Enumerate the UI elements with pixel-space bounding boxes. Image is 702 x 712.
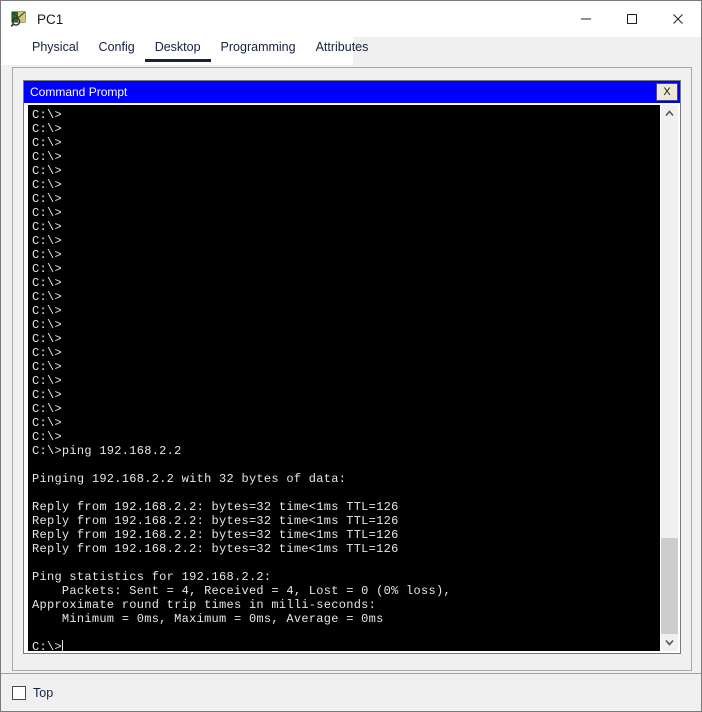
tabstrip: Physical Config Desktop Programming Attr…	[1, 37, 368, 65]
tab-physical[interactable]: Physical	[22, 37, 89, 62]
close-button[interactable]	[655, 1, 701, 36]
terminal-scrollbar[interactable]	[660, 105, 678, 651]
window-titlebar: PC1	[1, 1, 701, 37]
terminal-cursor	[61, 640, 64, 651]
command-prompt-title: Command Prompt	[30, 85, 128, 99]
footer-bar: Top	[1, 673, 701, 711]
minimize-icon	[581, 18, 591, 19]
command-prompt-window: Command Prompt X C:\> C:\> C:\> C:\> C:\…	[23, 80, 681, 654]
window-controls	[563, 1, 701, 36]
command-prompt-body: C:\> C:\> C:\> C:\> C:\> C:\> C:\> C:\> …	[24, 103, 680, 653]
desktop-panel: Command Prompt X C:\> C:\> C:\> C:\> C:\…	[12, 67, 692, 671]
tab-config[interactable]: Config	[89, 37, 145, 62]
terminal-output-area[interactable]: C:\> C:\> C:\> C:\> C:\> C:\> C:\> C:\> …	[28, 105, 660, 651]
close-icon	[673, 13, 683, 24]
scroll-down-button[interactable]	[661, 634, 678, 651]
maximize-icon	[627, 13, 637, 24]
top-checkbox-label: Top	[33, 685, 54, 700]
device-window: PC1 Physical Config Desktop Programming …	[0, 0, 702, 712]
terminal-text: C:\> C:\> C:\> C:\> C:\> C:\> C:\> C:\> …	[32, 108, 451, 651]
tab-programming[interactable]: Programming	[211, 37, 306, 62]
chevron-down-icon	[665, 639, 674, 646]
top-checkbox[interactable]	[12, 685, 26, 700]
command-prompt-close-button[interactable]: X	[656, 83, 678, 101]
window-title: PC1	[37, 11, 64, 27]
packet-tracer-device-icon	[10, 10, 28, 28]
command-prompt-titlebar: Command Prompt X	[24, 81, 680, 103]
tabstrip-container: Physical Config Desktop Programming Attr…	[1, 37, 701, 65]
scrollbar-track[interactable]	[661, 122, 678, 634]
maximize-button[interactable]	[609, 1, 655, 36]
minimize-button[interactable]	[563, 1, 609, 36]
chevron-up-icon	[665, 110, 674, 117]
tab-attributes[interactable]: Attributes	[306, 37, 379, 62]
tab-desktop[interactable]: Desktop	[144, 37, 211, 62]
scrollbar-thumb[interactable]	[661, 538, 678, 634]
scroll-up-button[interactable]	[661, 105, 678, 122]
